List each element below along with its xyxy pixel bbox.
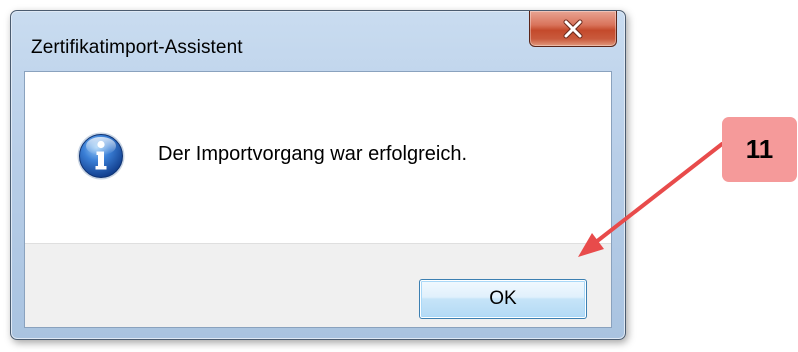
title-bar[interactable]: Zertifikatimport-Assistent (11, 11, 625, 71)
dialog-content: Der Importvorgang war erfolgreich. OK (24, 71, 612, 328)
ok-button[interactable]: OK (419, 279, 587, 319)
dialog-window: Zertifikatimport-Assistent Der Importvor… (10, 10, 626, 340)
information-icon (77, 132, 125, 180)
dialog-title: Zertifikatimport-Assistent (31, 37, 243, 58)
step-badge: 11 (722, 117, 797, 182)
close-button[interactable] (529, 11, 617, 47)
button-bar: OK (25, 243, 611, 327)
status-message: Der Importvorgang war erfolgreich. (158, 143, 468, 165)
close-icon (563, 19, 583, 38)
